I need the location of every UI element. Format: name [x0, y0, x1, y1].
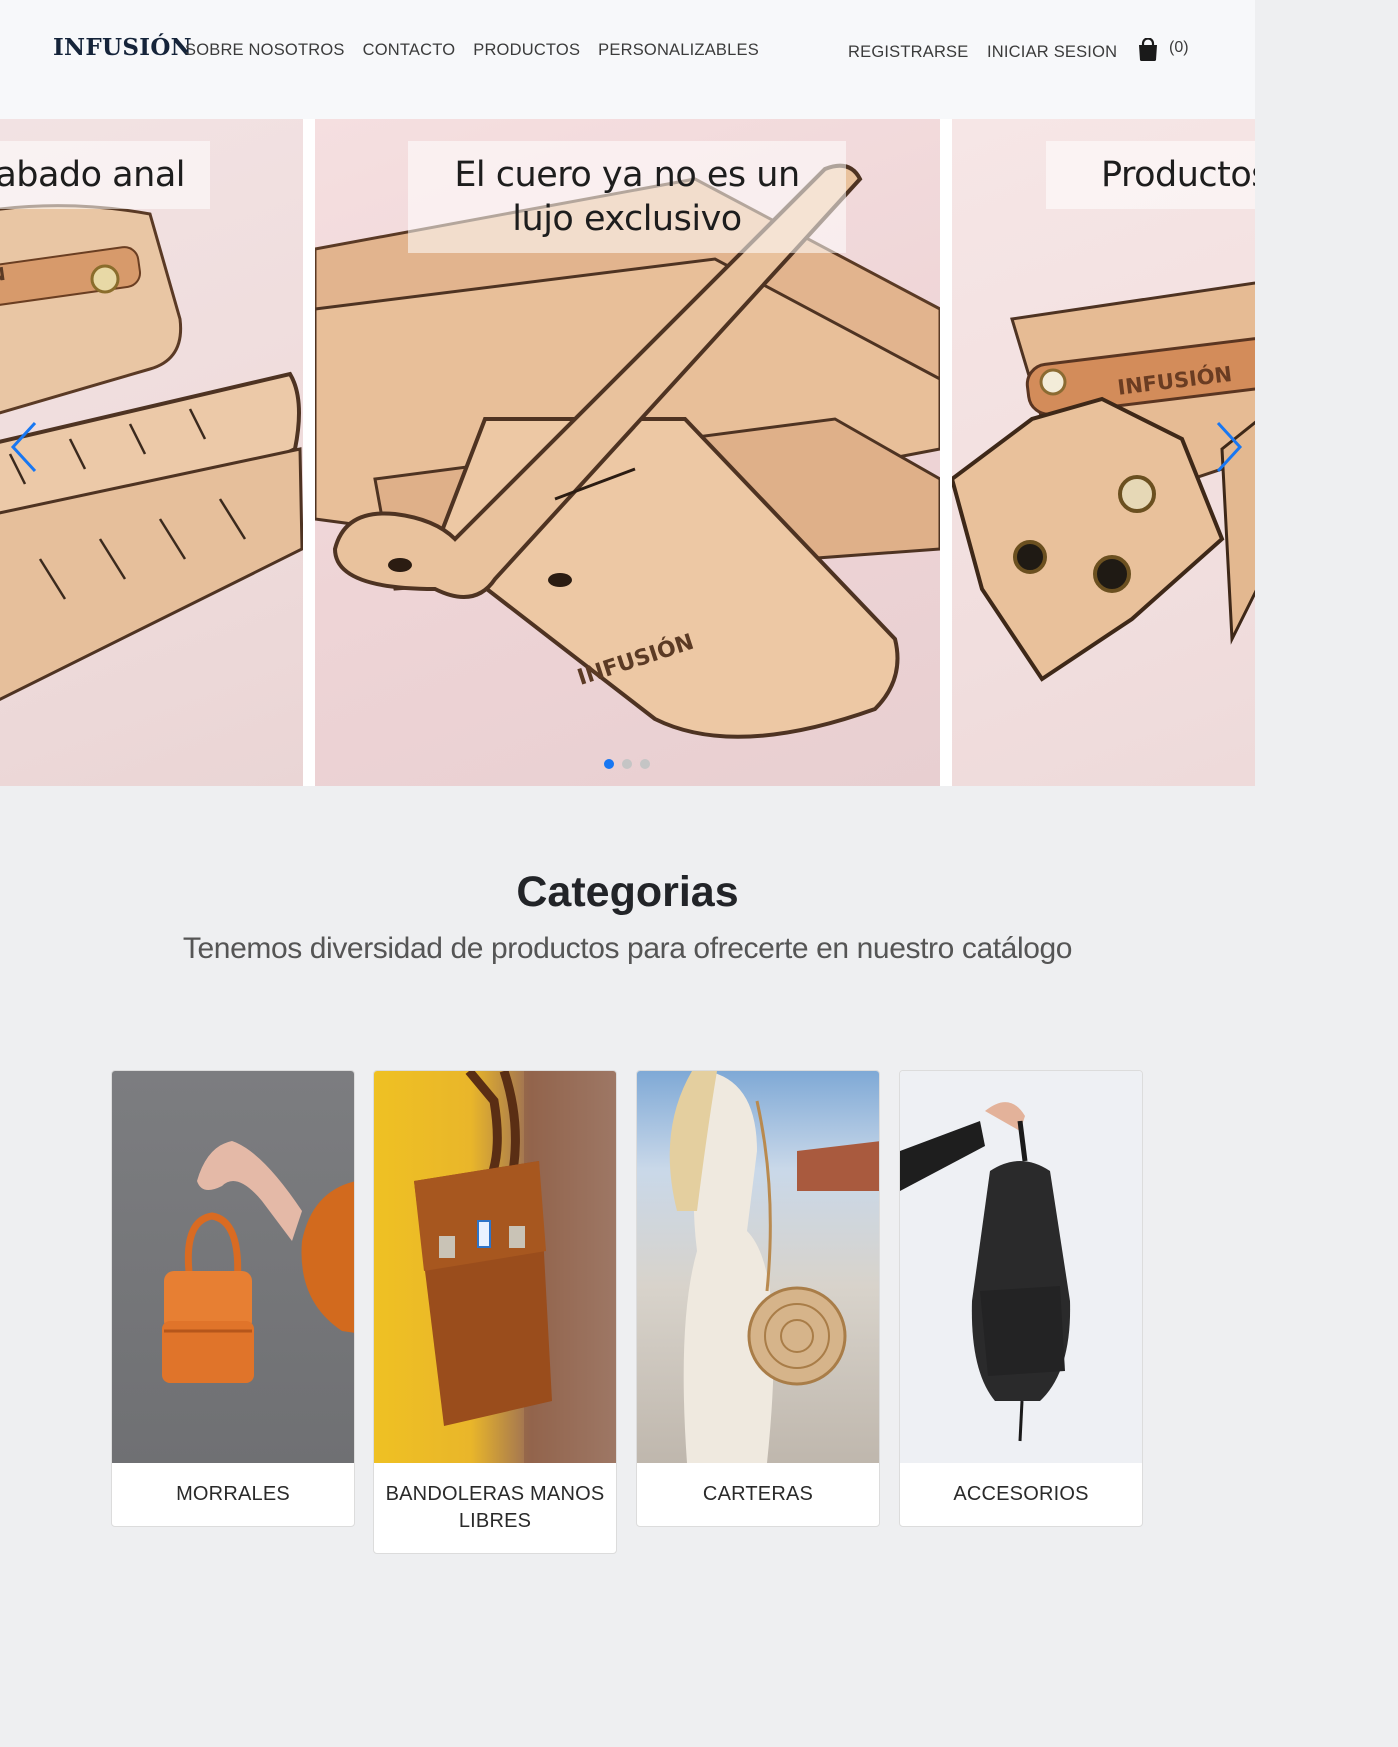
navbar: INFUSIÓN SOBRE NOSOTROS CONTACTO PRODUCT… [0, 0, 1255, 119]
hero-carousel[interactable]: ÓN l - Acabado anal INFUSIÓN El cuero ya [0, 119, 1255, 786]
category-card-accesorios[interactable]: ACCESORIOS [899, 1070, 1143, 1527]
shopping-bag-icon [1139, 38, 1157, 62]
categories-subtitle: Tenemos diversidad de productos para ofr… [182, 932, 1073, 965]
slide-caption: El cuero ya no es un lujo exclusivo [408, 141, 846, 253]
category-image [637, 1071, 879, 1463]
carousel-indicators [604, 759, 650, 769]
brown-handbag-image [414, 1071, 616, 1463]
carousel-dot-3[interactable] [640, 759, 650, 769]
cart-button[interactable]: (0) [1137, 38, 1189, 62]
category-image [900, 1071, 1142, 1463]
carousel-slide-previous: ÓN l - Acabado anal [0, 119, 303, 786]
nav-link-contacto[interactable]: CONTACTO [363, 41, 456, 60]
categories-title: Categorias [516, 868, 739, 916]
carousel-slide-next: INFUSIÓN Productos precio [952, 119, 1255, 786]
category-card-morrales[interactable]: MORRALES [111, 1070, 355, 1527]
category-image [112, 1071, 354, 1463]
nav-link-personalizables[interactable]: PERSONALIZABLES [598, 41, 759, 60]
main-nav: SOBRE NOSOTROS CONTACTO PRODUCTOS PERSON… [185, 41, 759, 60]
carousel-next-button[interactable] [1213, 419, 1245, 480]
category-label: ACCESORIOS [953, 1483, 1089, 1505]
carousel-dot-1[interactable] [604, 759, 614, 769]
cart-count: (0) [1169, 39, 1189, 56]
carousel-slide-active: INFUSIÓN El cuero ya no es un lujo exclu… [315, 119, 940, 786]
register-link[interactable]: REGISTRARSE [848, 43, 968, 62]
chevron-left-icon [10, 421, 37, 473]
slide-caption: l - Acabado anal [0, 141, 210, 209]
category-label: BANDOLERAS MANOS LIBRES [385, 1483, 605, 1532]
carousel-prev-button[interactable] [8, 419, 40, 480]
leather-coin-purse-image: INFUSIÓN [952, 281, 1255, 682]
orange-handbag-image [162, 1141, 354, 1383]
category-image [374, 1071, 616, 1463]
nav-link-productos[interactable]: PRODUCTOS [473, 41, 580, 60]
nav-link-sobre-nosotros[interactable]: SOBRE NOSOTROS [185, 41, 345, 60]
chevron-right-icon [1216, 421, 1243, 473]
slide-caption: Productos precio [1046, 141, 1255, 209]
black-backpack-image [900, 1102, 1071, 1442]
category-label: CARTERAS [702, 1483, 814, 1505]
woven-bag-image [669, 1071, 879, 1463]
login-link[interactable]: INICIAR SESION [987, 43, 1117, 62]
category-label: MORRALES [176, 1483, 290, 1505]
brand-logo[interactable]: INFUSIÓN [53, 34, 192, 61]
leather-wallet-image: ÓN [0, 204, 303, 701]
category-card-carteras[interactable]: CARTERAS [636, 1070, 880, 1527]
category-card-bandoleras[interactable]: BANDOLERAS MANOS LIBRES [373, 1070, 617, 1554]
carousel-dot-2[interactable] [622, 759, 632, 769]
